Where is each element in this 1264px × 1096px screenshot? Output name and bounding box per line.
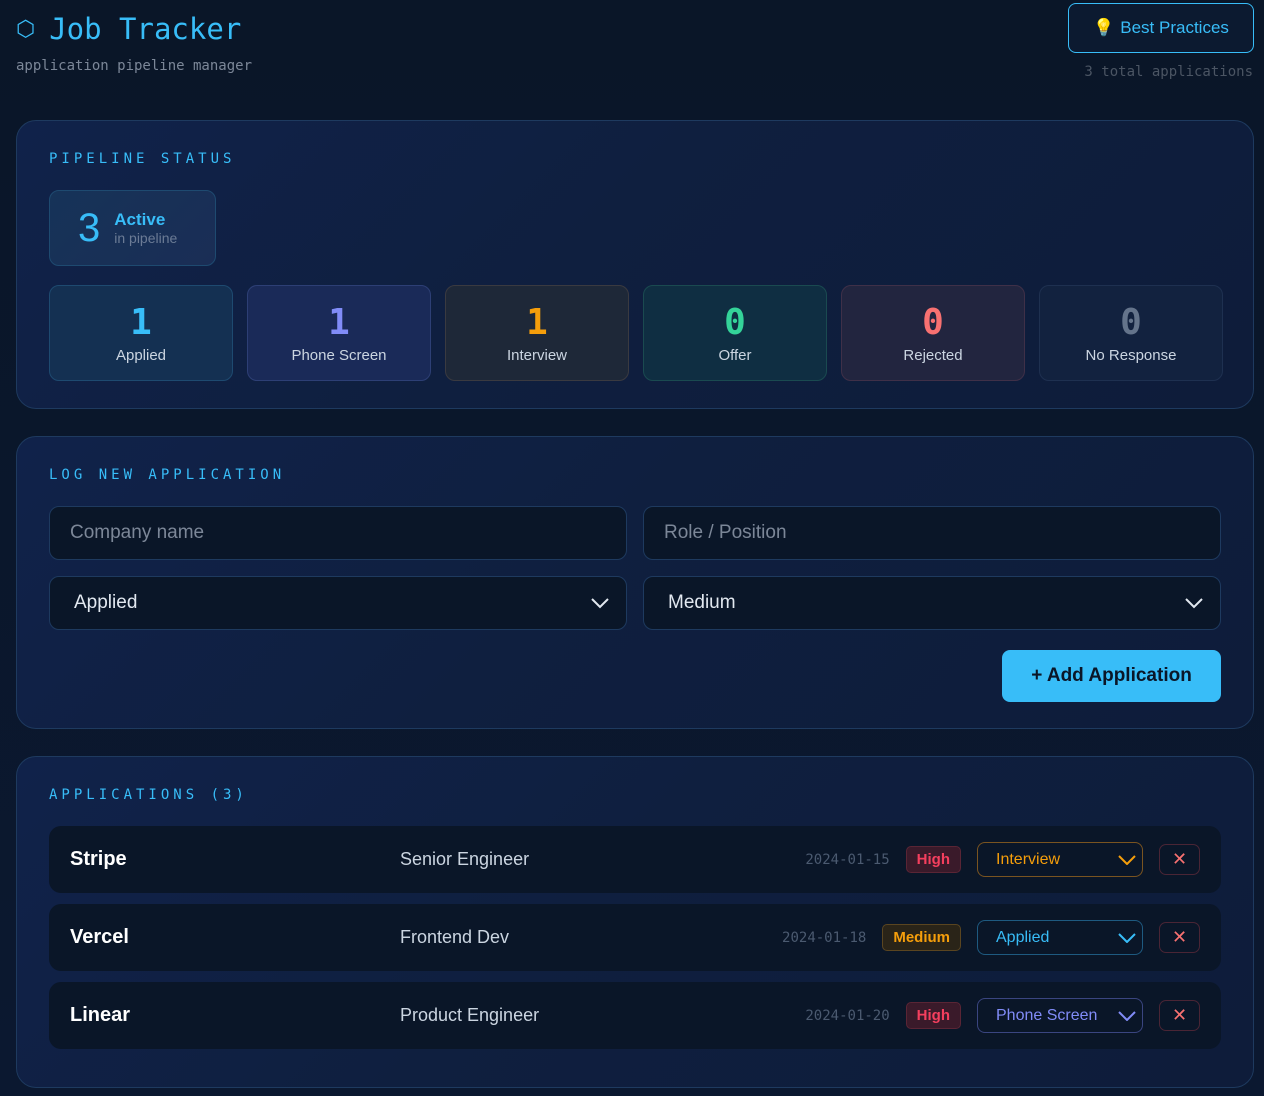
company-name: Linear — [70, 1004, 131, 1026]
status-value: Applied — [74, 592, 138, 613]
stat-offer[interactable]: 0 Offer — [643, 285, 827, 381]
stat-interview[interactable]: 1 Interview — [445, 285, 629, 381]
table-row: Vercel Frontend Dev 2024-01-18 Medium Ap… — [49, 904, 1221, 971]
status-value: Applied — [996, 928, 1050, 946]
stat-rejected[interactable]: 0 Rejected — [841, 285, 1025, 381]
status-select[interactable]: Applied — [977, 920, 1143, 955]
stat-phone-screen[interactable]: 1 Phone Screen — [247, 285, 431, 381]
stat-value: 0 — [1120, 302, 1142, 343]
delete-button[interactable]: ✕ — [1159, 1000, 1200, 1031]
delete-button[interactable]: ✕ — [1159, 844, 1200, 875]
status-select[interactable]: Applied — [49, 576, 627, 630]
role: Senior Engineer — [400, 849, 530, 869]
delete-button[interactable]: ✕ — [1159, 922, 1200, 953]
title-text: Job Tracker — [49, 12, 242, 46]
stat-label: No Response — [1085, 347, 1177, 364]
log-heading: LOG NEW APPLICATION — [49, 467, 286, 483]
priority-value: Medium — [668, 592, 736, 613]
app-title: ⬡ Job Tracker — [16, 12, 241, 46]
role-field[interactable] — [643, 506, 1221, 560]
table-row: Linear Product Engineer 2024-01-20 High … — [49, 982, 1221, 1049]
subtitle: application pipeline manager — [16, 58, 253, 74]
company-field[interactable] — [49, 506, 627, 560]
company-name: Vercel — [70, 926, 129, 948]
role: Product Engineer — [400, 1005, 540, 1025]
best-practices-label: Best Practices — [1120, 18, 1229, 37]
stat-no-response[interactable]: 0 No Response — [1039, 285, 1223, 381]
pipeline-heading: PIPELINE STATUS — [49, 151, 236, 167]
status-select[interactable]: Interview — [977, 842, 1143, 877]
best-practices-button[interactable]: 💡 Best Practices — [1068, 3, 1254, 53]
close-icon: ✕ — [1171, 1005, 1188, 1025]
role: Frontend Dev — [400, 927, 510, 947]
stat-value: 1 — [328, 302, 350, 343]
priority-badge: High — [905, 846, 961, 873]
stat-label: Interview — [506, 347, 568, 364]
chevron-down-icon — [1118, 1010, 1136, 1021]
company-name: Stripe — [70, 848, 127, 870]
company-input[interactable] — [70, 522, 626, 544]
stat-applied[interactable]: 1 Applied — [49, 285, 233, 381]
chevron-down-icon — [1185, 598, 1203, 609]
active-label: Active — [114, 210, 166, 229]
status-select[interactable]: Phone Screen — [977, 998, 1143, 1033]
priority-badge: Medium — [882, 924, 961, 951]
applications-heading: APPLICATIONS (3) — [49, 787, 248, 803]
close-icon: ✕ — [1171, 849, 1188, 869]
table-row: Stripe Senior Engineer 2024-01-15 High I… — [49, 826, 1221, 893]
stat-label: Rejected — [903, 347, 963, 364]
stat-value: 0 — [724, 302, 746, 343]
total-count: 3 total applications — [1084, 64, 1253, 80]
hexagon-icon: ⬡ — [16, 16, 36, 42]
pipeline-panel: PIPELINE STATUS 3 Active in pipeline 1 App… — [16, 120, 1254, 409]
status-value: Interview — [996, 850, 1061, 868]
stat-label: Phone Screen — [291, 347, 387, 364]
stat-value: 0 — [922, 302, 944, 343]
date: 2024-01-18 — [782, 929, 867, 946]
active-count: 3 — [78, 205, 101, 250]
active-card: 3 Active in pipeline — [49, 190, 216, 266]
applications-panel: APPLICATIONS (3) Stripe Senior Engineer … — [16, 756, 1254, 1088]
log-panel: LOG NEW APPLICATION Applied Medium + Add… — [16, 436, 1254, 729]
date: 2024-01-15 — [805, 851, 890, 868]
lightbulb-icon: 💡 — [1093, 18, 1115, 37]
add-application-button[interactable]: + Add Application — [1002, 650, 1221, 702]
stat-value: 1 — [130, 302, 152, 343]
chevron-down-icon — [1118, 854, 1136, 865]
stat-value: 1 — [526, 302, 548, 343]
chevron-down-icon — [1118, 932, 1136, 943]
status-value: Phone Screen — [996, 1006, 1098, 1024]
stat-label: Offer — [718, 347, 752, 364]
active-sub: in pipeline — [114, 230, 178, 246]
date: 2024-01-20 — [805, 1007, 890, 1024]
role-input[interactable] — [664, 522, 1220, 544]
priority-select[interactable]: Medium — [643, 576, 1221, 630]
close-icon: ✕ — [1171, 927, 1188, 947]
chevron-down-icon — [591, 598, 609, 609]
priority-badge: High — [905, 1002, 961, 1029]
stat-label: Applied — [115, 347, 167, 364]
